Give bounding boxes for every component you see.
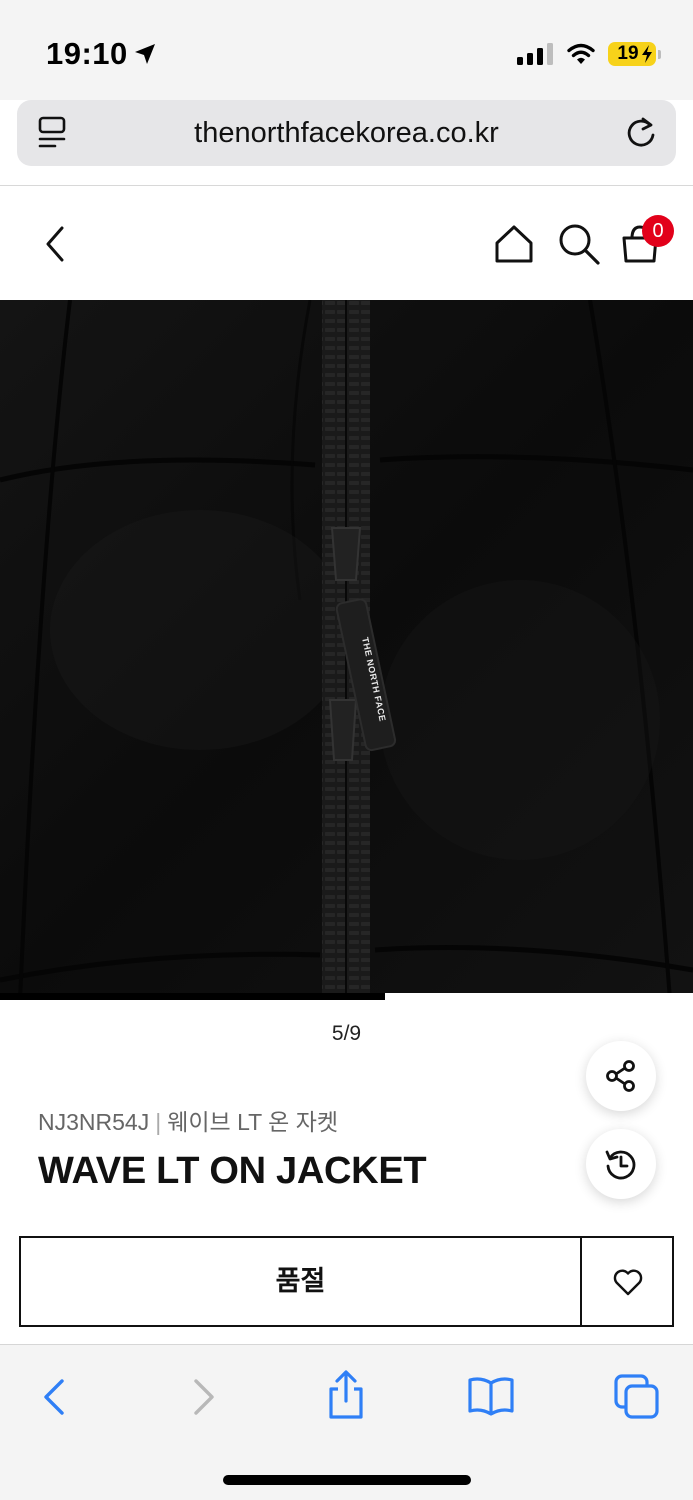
home-icon[interactable] [493,224,535,264]
back-chevron-icon[interactable] [36,222,76,266]
url-text[interactable]: thenorthfacekorea.co.kr [17,100,676,166]
back-icon[interactable] [36,1375,72,1419]
address-bar[interactable]: thenorthfacekorea.co.kr [17,100,676,166]
recently-viewed-button[interactable] [586,1129,656,1199]
product-image[interactable]: THE NORTH FACE [0,300,693,1000]
product-name-ko: 웨이브 LT 온 자켓 [167,1109,339,1135]
site-header [0,186,693,300]
reload-icon[interactable] [624,115,658,151]
tabs-icon[interactable] [614,1374,660,1420]
jacket-photo: THE NORTH FACE [0,300,693,1000]
share-button[interactable] [586,1041,656,1111]
status-bar: 19:10 19 [0,0,693,100]
cellular-signal-icon [517,43,553,65]
recently-viewed-icon [605,1150,636,1180]
product-code: NJ3NR54J [38,1109,150,1135]
battery-nub [658,50,661,59]
heart-icon [613,1269,643,1296]
home-indicator [223,1475,471,1485]
wishlist-button[interactable] [580,1236,674,1327]
gallery-counter: 5/9 [331,1022,362,1045]
product-name: WAVE LT ON JACKET [38,1150,427,1192]
share-icon[interactable] [325,1369,367,1421]
code-separator: | [155,1109,162,1135]
wifi-icon [567,43,595,64]
cart-count-badge: 0 [642,215,674,247]
search-icon[interactable] [557,222,601,266]
soldout-button[interactable]: 품절 [19,1236,582,1327]
status-time: 19:10 [46,36,128,71]
share-icon [606,1060,635,1092]
battery-charging-icon [642,45,652,63]
location-arrow-icon [135,44,155,64]
battery-indicator: 19 [608,42,661,66]
product-code-line: NJ3NR54J | 웨이브 LT 온 자켓 [38,1103,338,1137]
gallery-progress-fill [0,993,386,1000]
bookmarks-icon[interactable] [467,1375,515,1417]
gallery-progress [0,993,693,1000]
forward-icon[interactable] [186,1375,222,1419]
